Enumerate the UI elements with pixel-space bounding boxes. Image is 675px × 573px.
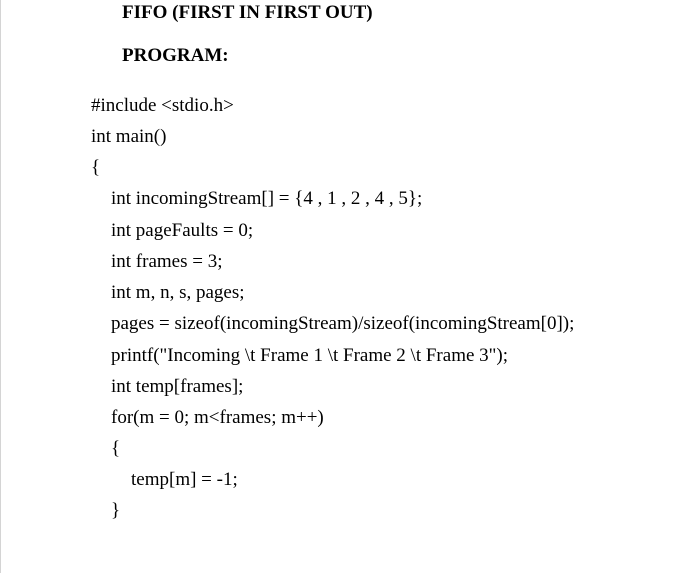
section-heading-program: PROGRAM: bbox=[122, 45, 229, 66]
code-line: printf("Incoming \t Frame 1 \t Frame 2 \… bbox=[111, 345, 509, 366]
code-line: { bbox=[91, 157, 101, 178]
code-line: } bbox=[111, 500, 121, 521]
code-line: for(m = 0; m<frames; m++) bbox=[111, 407, 324, 428]
code-line: { bbox=[111, 438, 121, 459]
code-line: int pageFaults = 0; bbox=[111, 220, 254, 241]
code-line: int m, n, s, pages; bbox=[111, 282, 245, 303]
document-page: FIFO (FIRST IN FIRST OUT) PROGRAM: #incl… bbox=[0, 0, 675, 573]
document-title: FIFO (FIRST IN FIRST OUT) bbox=[122, 2, 373, 23]
code-line: pages = sizeof(incomingStream)/sizeof(in… bbox=[111, 313, 575, 334]
code-line: int temp[frames]; bbox=[111, 376, 244, 397]
code-line: int frames = 3; bbox=[111, 251, 223, 272]
code-line: temp[m] = -1; bbox=[131, 469, 238, 490]
code-line: int incomingStream[] = {4 , 1 , 2 , 4 , … bbox=[111, 188, 423, 209]
code-line: int main() bbox=[91, 126, 167, 147]
code-line: #include <stdio.h> bbox=[91, 95, 234, 116]
